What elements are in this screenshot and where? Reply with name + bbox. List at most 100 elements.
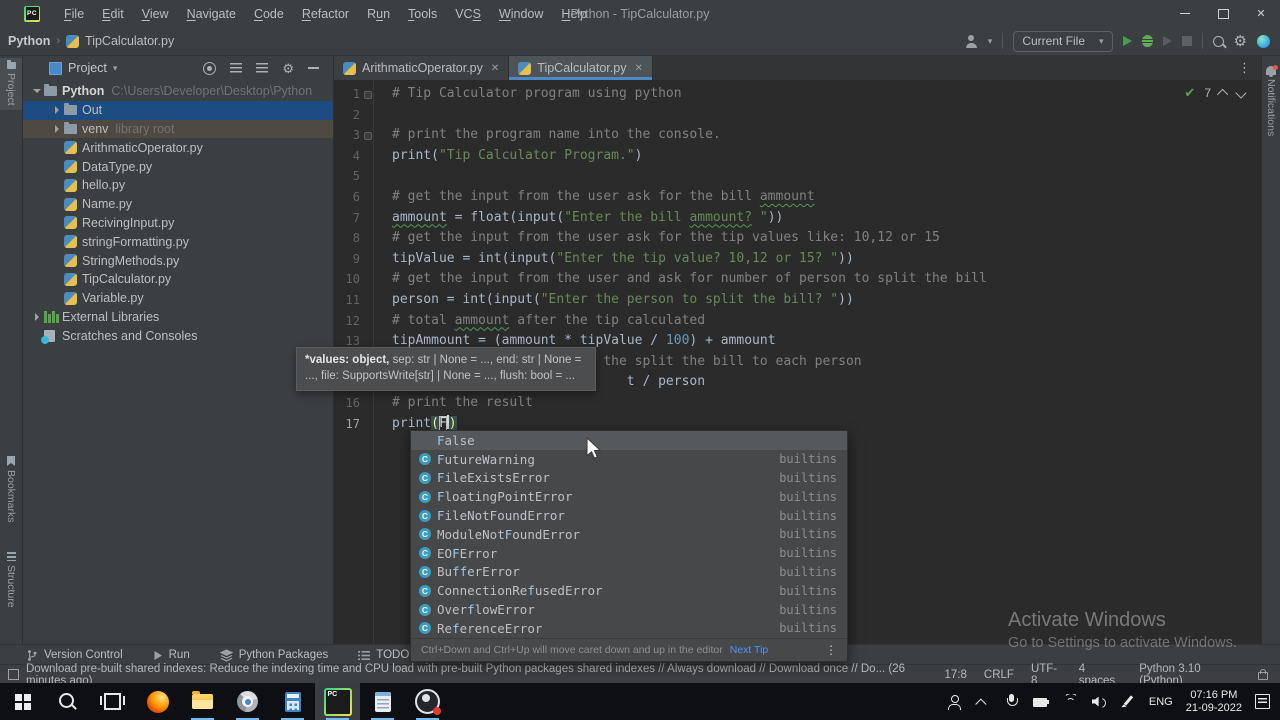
tree-item-recivinginput-py[interactable]: RecivingInput.py xyxy=(23,214,333,233)
fold-marker-icon[interactable] xyxy=(360,84,373,105)
completion-item-modulenotfounderror[interactable]: ModuleNotFoundError builtins xyxy=(411,525,847,544)
menu-view[interactable]: View xyxy=(134,3,177,25)
tree-item-external-libraries[interactable]: External Libraries xyxy=(23,308,333,327)
chevron-right-icon[interactable] xyxy=(49,125,64,133)
tool-window-stripe-project[interactable]: Project xyxy=(0,58,22,110)
menu-edit[interactable]: Edit xyxy=(94,3,132,25)
menu-file[interactable]: File xyxy=(56,3,92,25)
more-options-icon[interactable]: ⋮ xyxy=(825,643,837,657)
run-with-coverage-button[interactable] xyxy=(1162,36,1172,46)
more-icon[interactable]: ⋮ xyxy=(1238,60,1261,76)
minimize-button[interactable] xyxy=(1166,0,1204,27)
taskbar-search[interactable] xyxy=(45,683,90,720)
people-icon[interactable] xyxy=(946,694,962,710)
chevron-down-icon[interactable]: ▾ xyxy=(113,63,118,74)
close-tab-icon[interactable]: ✕ xyxy=(491,63,499,74)
chevron-down-icon[interactable] xyxy=(29,89,44,93)
menu-run[interactable]: Run xyxy=(359,3,398,25)
status-crlf[interactable]: CRLF xyxy=(984,669,1014,681)
run-button[interactable] xyxy=(1122,36,1132,46)
user-icon[interactable] xyxy=(965,34,978,48)
microphone-icon[interactable] xyxy=(1004,693,1020,710)
windows-ink-icon[interactable] xyxy=(1120,694,1136,710)
battery-icon[interactable] xyxy=(1032,694,1049,710)
completion-item-filenotfounderror[interactable]: FileNotFoundError builtins xyxy=(411,506,847,525)
tool-window-stripe-bookmarks[interactable]: Bookmarks xyxy=(0,452,22,527)
tool-window-stripe-notifications[interactable]: Notifications xyxy=(1262,56,1280,140)
completion-item-fileexistserror[interactable]: FileExistsError builtins xyxy=(411,469,847,488)
completion-item-buffererror[interactable]: BufferError builtins xyxy=(411,563,847,582)
status-17-8[interactable]: 17:8 xyxy=(945,669,967,681)
tool-window-todo[interactable]: TODO xyxy=(358,649,409,661)
tree-item-arithmaticoperator-py[interactable]: ArithmaticOperator.py xyxy=(23,138,333,157)
search-everywhere-icon[interactable] xyxy=(1212,35,1224,47)
lock-icon[interactable] xyxy=(1258,669,1268,680)
tree-item-python[interactable]: Python C:\Users\Developer\Desktop\Python xyxy=(23,82,333,101)
completion-item-floatingpointerror[interactable]: FloatingPointError builtins xyxy=(411,487,847,506)
tree-item-variable-py[interactable]: Variable.py xyxy=(23,289,333,308)
run-configuration-select[interactable]: Current File ▾ xyxy=(1013,30,1113,52)
settings-gear-icon[interactable]: ⚙ xyxy=(1234,34,1247,49)
stop-button[interactable] xyxy=(1181,36,1192,46)
tree-item-scratches-and-consoles[interactable]: Scratches and Consoles xyxy=(23,326,333,345)
tree-item-datatype-py[interactable]: DataType.py xyxy=(23,157,333,176)
menu-code[interactable]: Code xyxy=(246,3,292,25)
chevron-right-icon[interactable] xyxy=(49,106,64,114)
locate-file-icon[interactable] xyxy=(203,61,217,75)
tree-item-tipcalculator-py[interactable]: TipCalculator.py xyxy=(23,270,333,289)
completion-item-overflowerror[interactable]: OverflowError builtins xyxy=(411,600,847,619)
tool-window-run[interactable]: Run xyxy=(153,649,190,661)
status-event-icon[interactable] xyxy=(8,669,19,680)
debug-button[interactable] xyxy=(1141,35,1153,47)
hidden-icons-icon[interactable] xyxy=(975,694,991,710)
tool-window-version-control[interactable]: Version Control xyxy=(26,649,123,662)
completion-item-referenceerror[interactable]: ReferenceError builtins xyxy=(411,619,847,638)
taskbar-file-explorer[interactable] xyxy=(180,683,225,720)
expand-all-icon[interactable] xyxy=(230,63,243,73)
breadcrumb-file[interactable]: TipCalculator.py xyxy=(85,34,174,48)
tool-window-python-packages[interactable]: Python Packages xyxy=(219,648,328,662)
project-panel-title[interactable]: Project xyxy=(68,61,107,75)
completion-item-futurewarning[interactable]: FutureWarning builtins xyxy=(411,450,847,469)
completion-item-eoferror[interactable]: EOFError builtins xyxy=(411,544,847,563)
menu-window[interactable]: Window xyxy=(491,3,551,25)
wifi-icon[interactable] xyxy=(1062,694,1078,710)
clock[interactable]: 07:16 PM 21-09-2022 xyxy=(1186,689,1242,715)
close-button[interactable] xyxy=(1242,0,1280,27)
tree-item-venv[interactable]: venv library root xyxy=(23,119,333,139)
taskbar-task-view[interactable] xyxy=(90,683,135,720)
inspections-widget[interactable]: ✔ 7 xyxy=(1184,85,1247,101)
tree-item-stringformatting-py[interactable]: stringFormatting.py xyxy=(23,232,333,251)
breadcrumb-root[interactable]: Python xyxy=(8,34,50,48)
next-problem-icon[interactable] xyxy=(1235,87,1247,99)
close-tab-icon[interactable]: ✕ xyxy=(634,63,642,74)
tree-item-name-py[interactable]: Name.py xyxy=(23,195,333,214)
tab-tipcalculator-py[interactable]: TipCalculator.py ✕ xyxy=(509,56,653,80)
taskbar-chrome[interactable] xyxy=(225,683,270,720)
tree-item-hello-py[interactable]: hello.py xyxy=(23,176,333,195)
tab-arithmaticoperator-py[interactable]: ArithmaticOperator.py ✕ xyxy=(334,56,510,80)
taskbar-start[interactable] xyxy=(0,683,45,720)
fold-marker-icon[interactable] xyxy=(360,125,373,146)
taskbar-obs[interactable] xyxy=(405,683,450,720)
previous-problem-icon[interactable] xyxy=(1216,88,1229,101)
menu-tools[interactable]: Tools xyxy=(400,3,445,25)
ide-features-icon[interactable] xyxy=(1257,34,1270,48)
tree-item-out[interactable]: Out xyxy=(23,100,333,120)
hide-panel-icon[interactable] xyxy=(308,67,319,69)
options-gear-icon[interactable]: ⚙ xyxy=(282,61,294,76)
next-tip-link[interactable]: Next Tip xyxy=(730,644,769,656)
collapse-all-icon[interactable] xyxy=(256,63,269,73)
taskbar-notepad[interactable] xyxy=(360,683,405,720)
taskbar-firefox[interactable] xyxy=(135,683,180,720)
taskbar-calculator[interactable] xyxy=(270,683,315,720)
taskbar-pycharm[interactable] xyxy=(315,683,360,720)
menu-help[interactable]: Help xyxy=(553,3,595,25)
language-indicator[interactable]: ENG xyxy=(1149,696,1173,708)
menu-vcs[interactable]: VCS xyxy=(447,3,489,25)
action-center-icon[interactable] xyxy=(1255,694,1270,709)
completion-item-connectionrefusederror[interactable]: ConnectionRefusedError builtins xyxy=(411,581,847,600)
chevron-right-icon[interactable] xyxy=(29,313,44,321)
volume-icon[interactable] xyxy=(1091,694,1107,710)
tree-item-stringmethods-py[interactable]: StringMethods.py xyxy=(23,251,333,270)
